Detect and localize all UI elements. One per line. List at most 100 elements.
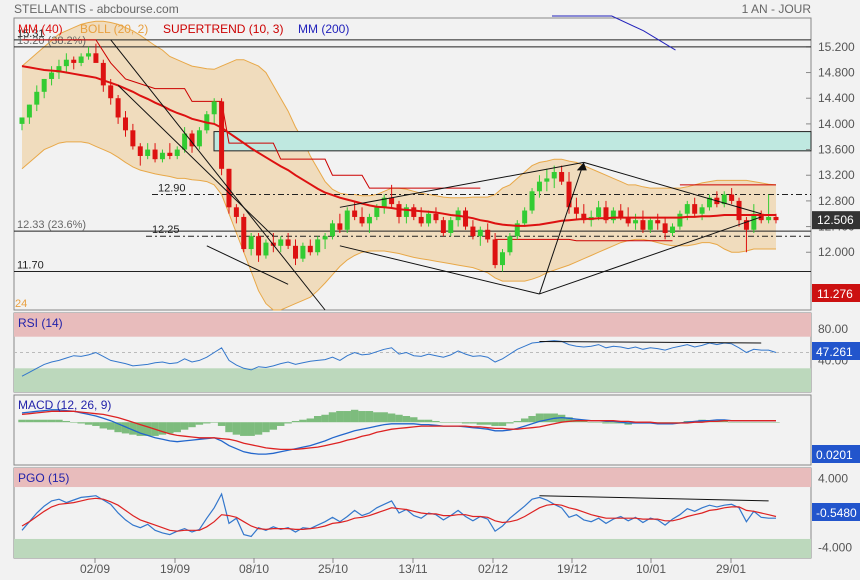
candle-down bbox=[152, 149, 158, 160]
candle-up bbox=[544, 178, 550, 182]
candle-down bbox=[337, 223, 343, 230]
macd-histogram-bar bbox=[727, 422, 736, 423]
macd-histogram-bar bbox=[594, 422, 603, 423]
candle-down bbox=[226, 168, 232, 208]
rsi-value-badge: 47.261 bbox=[812, 342, 860, 360]
macd-histogram-bar bbox=[343, 411, 351, 423]
pgo-y-tick-label: -4.000 bbox=[818, 541, 852, 555]
pgo-high-zone bbox=[14, 468, 811, 488]
x-tick-label: 02/12 bbox=[478, 562, 508, 576]
candle-up bbox=[647, 220, 653, 230]
macd-histogram-bar bbox=[461, 422, 470, 424]
macd-histogram-bar bbox=[410, 417, 418, 423]
candle-down bbox=[233, 207, 239, 217]
price-y-tick-label: 12.000 bbox=[818, 245, 855, 259]
macd-histogram-bar bbox=[395, 414, 403, 423]
macd-histogram-bar bbox=[313, 416, 322, 423]
candle-down bbox=[573, 207, 579, 214]
candle-down bbox=[100, 62, 106, 86]
macd-histogram-bar bbox=[373, 412, 381, 423]
candle-up bbox=[751, 213, 757, 230]
macd-value-label: 0.0201 bbox=[816, 448, 853, 462]
macd-histogram-bar bbox=[587, 422, 595, 423]
candle-up bbox=[315, 239, 321, 253]
macd-histogram-bar bbox=[742, 422, 751, 423]
macd-histogram-bar bbox=[254, 422, 263, 435]
macd-histogram-bar bbox=[735, 422, 743, 423]
candle-down bbox=[352, 210, 358, 217]
macd-histogram-bar bbox=[454, 422, 462, 423]
candle-down bbox=[470, 226, 476, 237]
macd-histogram-bar bbox=[240, 422, 248, 436]
legend-bollinger: BOLL (20, 2) bbox=[80, 22, 148, 36]
candle-down bbox=[440, 220, 446, 233]
candle-up bbox=[699, 207, 705, 214]
macd-histogram-bar bbox=[232, 422, 241, 435]
candle-up bbox=[174, 149, 180, 156]
macd-title: MACD (12, 26, 9) bbox=[18, 398, 111, 412]
resistance-zone bbox=[213, 131, 812, 152]
candle-down bbox=[122, 117, 128, 131]
macd-histogram-bar bbox=[210, 422, 218, 423]
candle-down bbox=[115, 98, 121, 118]
macd-histogram-bar bbox=[143, 422, 152, 436]
candle-up bbox=[63, 59, 69, 67]
x-tick-label: 19/12 bbox=[557, 562, 587, 576]
macd-histogram-bar bbox=[417, 419, 425, 423]
candle-up bbox=[670, 226, 676, 233]
candle-up bbox=[529, 191, 535, 211]
macd-panel: MACD (12, 26, 9) 0.0201 bbox=[13, 394, 860, 466]
macd-histogram-bar bbox=[180, 422, 189, 430]
macd-histogram-bar bbox=[484, 422, 492, 425]
candle-up bbox=[366, 216, 372, 224]
candle-up bbox=[477, 229, 483, 237]
macd-histogram-bar bbox=[750, 422, 758, 423]
candle-up bbox=[26, 104, 32, 118]
marker-price-badge: 11.276 bbox=[812, 284, 860, 302]
macd-histogram-bar bbox=[469, 422, 477, 424]
macd-histogram-bar bbox=[402, 416, 411, 423]
candle-down bbox=[256, 236, 262, 256]
candle-down bbox=[773, 216, 779, 221]
macd-histogram-bar bbox=[764, 422, 773, 423]
candle-up bbox=[278, 239, 284, 246]
candle-down bbox=[662, 223, 668, 233]
candle-down bbox=[359, 216, 365, 224]
macd-histogram-bar bbox=[609, 422, 618, 424]
macd-histogram-bar bbox=[18, 419, 26, 423]
price-level-label: 12.25 bbox=[152, 224, 180, 236]
level-note: 24 bbox=[15, 298, 27, 310]
macd-histogram-bar bbox=[173, 422, 181, 433]
macd-histogram-bar bbox=[77, 422, 85, 424]
x-tick-label: 25/10 bbox=[318, 562, 348, 576]
candle-up bbox=[159, 152, 165, 160]
candle-down bbox=[167, 152, 173, 156]
rsi-overbought-zone bbox=[14, 313, 811, 337]
price-y-tick-label: 12.800 bbox=[818, 194, 855, 208]
x-tick-label: 29/01 bbox=[716, 562, 746, 576]
legend-ma40: MM (40) bbox=[18, 22, 63, 36]
candle-down bbox=[71, 59, 77, 63]
candle-down bbox=[485, 229, 491, 240]
macd-histogram-bar bbox=[513, 420, 521, 423]
macd-histogram-bar bbox=[506, 422, 514, 424]
macd-histogram-bar bbox=[47, 419, 56, 423]
candle-up bbox=[448, 220, 454, 233]
x-tick-label: 19/09 bbox=[160, 562, 190, 576]
candle-up bbox=[536, 181, 542, 192]
macd-histogram-bar bbox=[84, 422, 93, 425]
x-tick-label: 02/09 bbox=[80, 562, 110, 576]
price-y-tick-label: 13.200 bbox=[818, 168, 855, 182]
candle-up bbox=[263, 242, 269, 256]
candle-down bbox=[655, 220, 661, 224]
macd-histogram-bar bbox=[432, 420, 440, 423]
macd-histogram-bar bbox=[336, 411, 344, 423]
price-level-label: 15.20 (38.2%) bbox=[17, 35, 86, 47]
x-tick-label: 08/10 bbox=[239, 562, 269, 576]
candle-up bbox=[426, 213, 432, 224]
legend-ma200: MM (200) bbox=[298, 22, 349, 36]
candle-up bbox=[78, 56, 84, 63]
candle-down bbox=[389, 197, 395, 205]
macd-histogram-bar bbox=[476, 422, 485, 425]
last-price-label: 12.506 bbox=[817, 213, 854, 227]
